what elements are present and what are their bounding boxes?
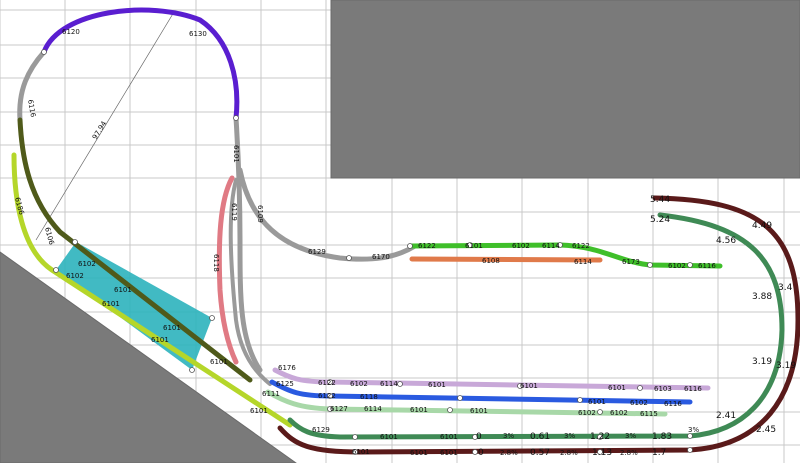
elev-2-45: 2.45	[756, 425, 776, 435]
label-6114-c: 6114	[380, 380, 398, 388]
label-6101-p: 6101	[352, 448, 370, 456]
label-6101-a: 6101	[114, 286, 132, 294]
grade-b-2-8-c: 2.8%	[620, 449, 638, 457]
label-6119-v: 6119	[230, 203, 238, 221]
elev-2-41: 2.41	[716, 411, 736, 421]
label-6101-i: 6101	[608, 384, 626, 392]
label-6122-c: 6122	[318, 379, 336, 387]
label-6120: 6120	[62, 28, 80, 36]
label-6129-b: 6129	[312, 426, 330, 434]
label-6101-f: 6101	[465, 242, 483, 250]
elev-b-0-57: 0.57	[530, 448, 550, 458]
label-6101-v: 6101	[232, 145, 240, 163]
label-6114-d: 6114	[364, 405, 382, 413]
elev-4-49: 4.49	[752, 221, 772, 231]
grade-3-c: 3%	[625, 432, 636, 440]
label-6176: 6176	[278, 364, 296, 372]
label-6102-d: 6102	[668, 262, 686, 270]
label-6118: 6118	[360, 393, 378, 401]
grade-3-a: 3%	[503, 432, 514, 440]
label-6114-a: 6114	[542, 242, 560, 250]
label-6102-f: 6102	[630, 399, 648, 407]
label-6116: 6116	[26, 99, 37, 118]
grade-b-2-8-b: 2.8%	[560, 449, 578, 457]
label-6114-b: 6114	[574, 258, 592, 266]
label-6101-d: 6101	[151, 336, 169, 344]
label-6101-r: 6101	[440, 449, 458, 457]
label-6101-l: 6101	[470, 407, 488, 415]
elev-b-1-7: 1.7	[652, 448, 666, 458]
label-6106: 6106	[43, 226, 55, 246]
label-6118-v: 6118	[212, 254, 220, 272]
track-purple-loop[interactable]	[41, 7, 240, 121]
label-6127: 6127	[330, 405, 348, 413]
label-6109-v: 6109	[256, 205, 264, 223]
label-6101-q: 6101	[410, 449, 428, 457]
elev-5-24: 5.24	[650, 215, 670, 225]
label-6102-c: 6102	[512, 242, 530, 250]
track-layout-canvas[interactable]: 97.94 6120 6130 6116 6186 6106 6102 6102…	[0, 0, 800, 463]
elev-1-22: 1.22	[590, 432, 610, 442]
elev-3-4: 3.4	[778, 283, 793, 293]
label-6102-g: 6102	[578, 409, 596, 417]
elev-b-1-13: 1.13	[592, 448, 612, 458]
elev-1-83: 1.83	[652, 432, 672, 442]
elev-0: 0	[476, 432, 482, 442]
track-lavender[interactable]	[272, 367, 711, 391]
label-6115: 6115	[640, 410, 658, 418]
label-6101-k: 6101	[410, 406, 428, 414]
label-6116-b: 6116	[698, 262, 716, 270]
label-6108: 6108	[482, 257, 500, 265]
label-6186: 6186	[13, 196, 25, 216]
label-6102-e: 6102	[350, 380, 368, 388]
label-6111: 6111	[262, 390, 280, 398]
track-green-mid[interactable]	[287, 212, 785, 440]
label-6102-b: 6102	[66, 272, 84, 280]
label-6129-a: 6129	[308, 248, 326, 256]
label-6101-j: 6101	[588, 398, 606, 406]
elev-3-88: 3.88	[752, 292, 772, 302]
label-6116-c: 6116	[684, 385, 702, 393]
label-6170: 6170	[372, 253, 390, 261]
label-6122-b: 6122	[572, 242, 590, 250]
label-6103: 6103	[654, 385, 672, 393]
label-6122-a: 6122	[418, 242, 436, 250]
grade-3-d: 3%	[688, 426, 699, 434]
track-grey-branch[interactable]	[237, 167, 418, 262]
label-6101-e: 6101	[210, 358, 228, 366]
label-6125: 6125	[276, 380, 294, 388]
label-6173: 6173	[622, 258, 640, 266]
label-6130: 6130	[189, 30, 207, 38]
grade-3-b: 3%	[564, 432, 575, 440]
label-6101-o: 6101	[250, 407, 268, 415]
elev-5-44: 5.44	[650, 195, 670, 205]
label-6101-g: 6101	[428, 381, 446, 389]
elev-4-56: 4.56	[716, 236, 736, 246]
label-6116-d: 6116	[664, 400, 682, 408]
track-orange[interactable]	[409, 256, 603, 263]
elev-0-61: 0.61	[530, 432, 550, 442]
elev-3-19-b: 3.19	[776, 361, 796, 371]
elev-3-19-a: 3.19	[752, 357, 772, 367]
label-6101-m: 6101	[380, 433, 398, 441]
label-6102-h: 6102	[610, 409, 628, 417]
label-6101-c: 6101	[163, 324, 181, 332]
label-6101-b: 6101	[102, 300, 120, 308]
measure-label: 97.94	[91, 119, 109, 141]
wall-top-right	[330, 0, 800, 179]
label-6101-h: 6101	[520, 382, 538, 390]
label-6122-d: 6122	[318, 392, 336, 400]
elev-b-0: 0	[478, 448, 484, 458]
grade-b-2-8-a: 2.8%	[500, 449, 518, 457]
label-6102-a: 6102	[78, 260, 96, 268]
label-6101-n: 6101	[440, 433, 458, 441]
